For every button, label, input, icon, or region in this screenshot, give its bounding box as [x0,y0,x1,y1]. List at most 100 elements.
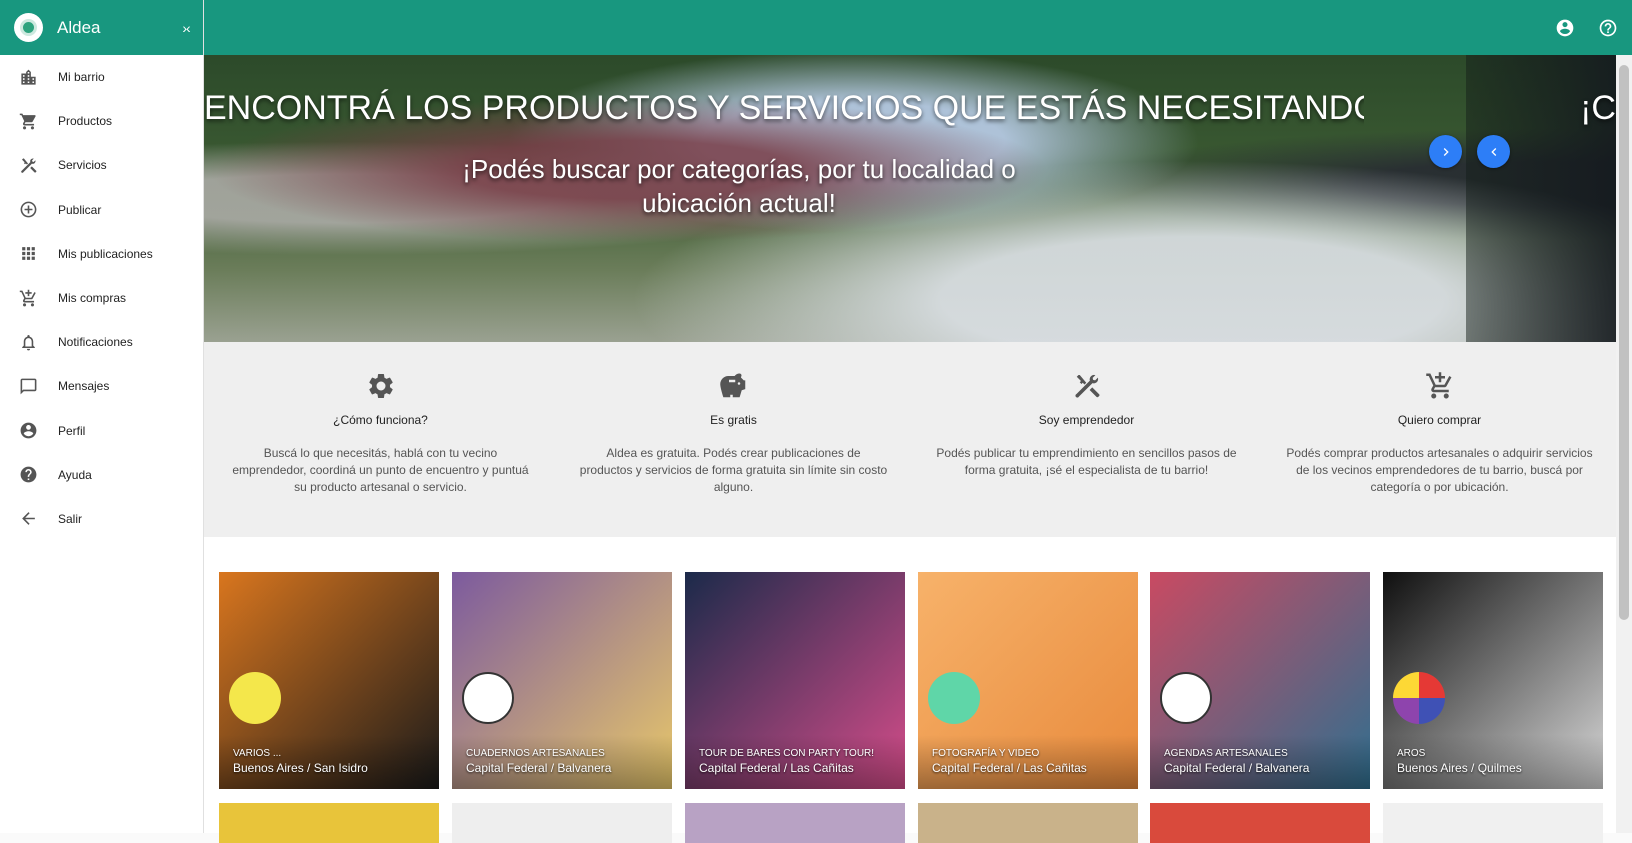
hero-subtitle: ¡Podés buscar por categorías, por tu loc… [462,154,1016,218]
card-caption: CUADERNOS ARTESANALES Capital Federal / … [466,748,611,775]
card-caption: VARIOS ... Buenos Aires / San Isidro [233,748,368,775]
feature-text: Podés comprar productos artesanales o ad… [1286,446,1593,494]
seller-logo [462,672,514,724]
publication-card[interactable] [452,803,672,843]
sidebar-item-publicar[interactable]: Publicar [0,188,203,232]
arrow-left-icon [18,509,38,529]
collapse-sidebar-button[interactable]: ›‹ [169,20,203,36]
publication-card[interactable]: FOTOGRAFÍA Y VIDEO Capital Federal / Las… [918,572,1138,789]
card-location: Capital Federal / Balvanera [1164,761,1310,775]
hero-title-next: ¡C [1580,89,1616,127]
carousel-prev-button[interactable] [1477,135,1510,168]
publication-card[interactable]: AGENDAS ARTESANALES Capital Federal / Ba… [1150,572,1370,789]
features-section: ¿Cómo funciona? Buscá lo que necesitás, … [204,342,1616,537]
card-category: CUADERNOS ARTESANALES [466,748,605,759]
cart-plus-icon [18,288,38,308]
publication-card[interactable]: CUADERNOS ARTESANALES Capital Federal / … [452,572,672,789]
publication-card[interactable]: VARIOS ... Buenos Aires / San Isidro [219,572,439,789]
card-caption: AROS Buenos Aires / Quilmes [1397,748,1522,775]
sidebar-item-productos[interactable]: Productos [0,99,203,143]
sidebar-item-label: Notificaciones [58,335,133,350]
publication-card[interactable]: TOUR DE BARES CON PARTY TOUR! Capital Fe… [685,572,905,789]
publication-card[interactable] [1383,803,1603,843]
city-icon [18,67,38,87]
scrollbar-thumb[interactable] [1619,65,1629,620]
card-location: Capital Federal / Las Cañitas [699,761,854,775]
chevron-left-icon [1490,147,1496,156]
aldea-logo[interactable] [14,13,43,42]
account-circle-icon[interactable] [1555,18,1575,38]
card-location: Capital Federal / Las Cañitas [932,761,1087,775]
logo-mark [20,19,37,36]
card-caption: TOUR DE BARES CON PARTY TOUR! Capital Fe… [699,748,874,775]
hero-title: ENCONTRÁ LOS PRODUCTOS Y SERVICIOS QUE E… [204,89,1364,127]
bell-icon [18,332,38,352]
sidebar-item-label: Mi barrio [58,70,105,85]
sidebar-item-label: Productos [58,114,113,129]
card-category: VARIOS ... [233,748,282,759]
app-title: Aldea [57,17,101,37]
sidebar-item-label: Perfil [58,423,86,438]
card-caption: AGENDAS ARTESANALES Capital Federal / Ba… [1164,748,1309,775]
card-category: AGENDAS ARTESANALES [1164,748,1288,759]
feature-quiero-comprar: Quiero comprar Podés comprar productos a… [1263,342,1616,537]
sidebar-item-label: Publicar [58,202,102,217]
tools-icon [1072,371,1102,401]
card-location: Buenos Aires / Quilmes [1397,761,1522,775]
sidebar-item-ayuda[interactable]: Ayuda [0,453,203,497]
piggy-bank-icon [719,371,749,401]
sidebar-item-label: Mensajes [58,379,110,394]
card-location: Buenos Aires / San Isidro [233,761,368,775]
card-location: Capital Federal / Balvanera [466,761,612,775]
carousel-next-button[interactable] [1429,135,1462,168]
card-caption: FOTOGRAFÍA Y VIDEO Capital Federal / Las… [932,748,1087,775]
chevron-right-icon [1443,147,1449,156]
page-scrollbar[interactable] [1616,55,1632,833]
feature-como-funciona: ¿Cómo funciona? Buscá lo que necesitás, … [204,342,557,537]
sidebar-item-perfil[interactable]: Perfil [0,409,203,453]
sidebar: Aldea ›‹ Mi barrio Productos Servicios P… [0,0,204,833]
sidebar-header: Aldea ›‹ [0,0,203,55]
publication-card[interactable]: AROS Buenos Aires / Quilmes [1383,572,1603,789]
publication-card[interactable] [219,803,439,843]
publications-grid: VARIOS ... Buenos Aires / San Isidro CUA… [204,537,1616,833]
sidebar-item-label: Servicios [58,158,107,173]
feature-soy-emprendedor: Soy emprendedor Podés publicar tu empren… [910,342,1263,537]
top-bar [204,0,1632,55]
help-outline-icon[interactable] [1598,18,1618,38]
feature-text: Buscá lo que necesitás, hablá con tu vec… [232,446,529,494]
account-circle-icon [18,421,38,441]
card-category: FOTOGRAFÍA Y VIDEO [932,748,1040,759]
sidebar-item-notificaciones[interactable]: Notificaciones [0,320,203,364]
seller-logo [928,672,980,724]
publication-card[interactable] [1150,803,1370,843]
feature-title: Es gratis [710,413,757,427]
sidebar-item-label: Ayuda [58,467,92,482]
seller-logo [1160,672,1212,724]
card-category: TOUR DE BARES CON PARTY TOUR! [699,748,875,759]
feature-text: Podés publicar tu emprendimiento en senc… [936,446,1237,477]
sidebar-item-mi-barrio[interactable]: Mi barrio [0,55,203,99]
publication-card[interactable] [918,803,1138,843]
cart-icon [18,111,38,131]
sidebar-item-label: Mis compras [58,291,127,306]
publication-card[interactable] [685,803,905,843]
feature-text: Aldea es gratuita. Podés crear publicaci… [579,446,888,494]
card-category: AROS [1397,748,1426,759]
sidebar-item-salir[interactable]: Salir [0,497,203,541]
feature-es-gratis: Es gratis Aldea es gratuita. Podés crear… [557,342,910,537]
seller-logo [1393,672,1445,724]
add-circle-icon [18,200,38,220]
sidebar-item-label: Mis publicaciones [58,246,153,261]
tools-icon [18,155,38,175]
sidebar-item-mis-compras[interactable]: Mis compras [0,276,203,320]
feature-title: Soy emprendedor [1038,413,1135,427]
hero-carousel: ENCONTRÁ LOS PRODUCTOS Y SERVICIOS QUE E… [204,55,1616,342]
feature-title: ¿Cómo funciona? [333,413,428,427]
sidebar-item-label: Salir [58,511,83,526]
sidebar-item-mensajes[interactable]: Mensajes [0,364,203,408]
sidebar-item-servicios[interactable]: Servicios [0,143,203,187]
cart-plus-icon [1425,371,1455,401]
sidebar-item-mis-publicaciones[interactable]: Mis publicaciones [0,232,203,276]
apps-grid-icon [18,244,38,264]
